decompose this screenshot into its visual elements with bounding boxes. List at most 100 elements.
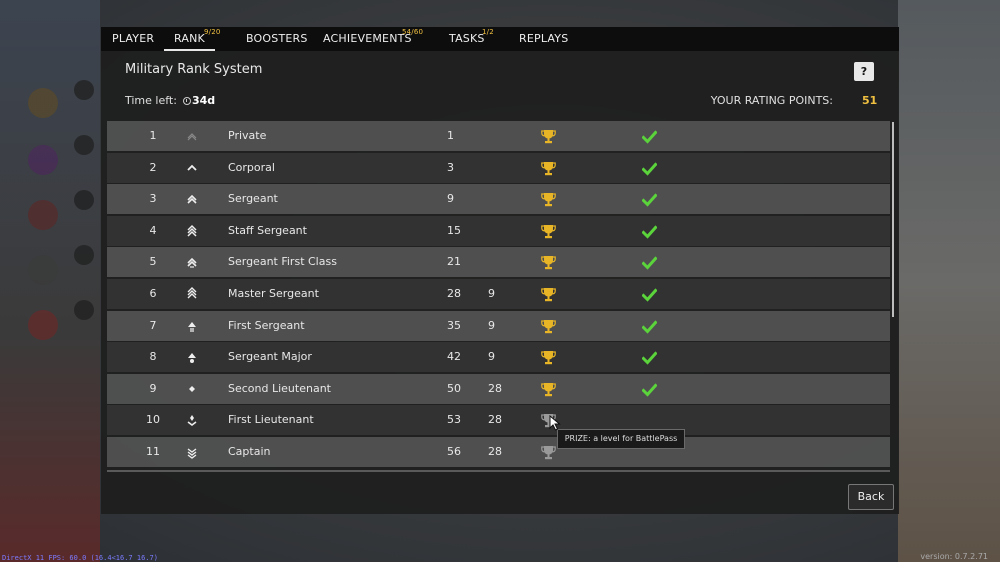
rank-row[interactable]: 6 Master Sergeant 28 9	[107, 279, 890, 309]
page-title: Military Rank System	[125, 62, 263, 77]
rank-insignia-icon	[187, 164, 197, 171]
rank-row[interactable]: 11 Captain 56 28	[107, 437, 890, 467]
rank-points: 50	[447, 381, 461, 395]
badge-icon	[28, 255, 58, 285]
round-icon	[74, 300, 94, 320]
background-right	[898, 0, 1000, 562]
prize-tooltip: PRIZE: a level for BattlePass	[557, 429, 685, 449]
round-icon	[74, 245, 94, 265]
rank-name: Private	[228, 129, 267, 142]
tab-achievements[interactable]: ACHIEVEMENTS 54/60	[323, 27, 423, 51]
rank-row[interactable]: 8 Sergeant Major 42 9	[107, 342, 890, 373]
rating-label: YOUR RATING POINTS:	[710, 94, 833, 107]
checkmark-icon	[641, 350, 658, 365]
checkmark-icon	[641, 287, 658, 302]
time-left-label: Time left:	[125, 94, 177, 107]
checkmark-icon	[641, 319, 658, 334]
rank-row[interactable]: 9 Second Lieutenant 50 28	[107, 373, 890, 404]
scrollbar[interactable]	[892, 122, 894, 317]
rank-name: Sergeant	[228, 192, 278, 206]
trophy-icon[interactable]	[541, 192, 556, 207]
tab-badge: 54/60	[402, 28, 424, 36]
rank-name: First Lieutenant	[228, 413, 314, 427]
time-left-value: 34d	[192, 94, 216, 107]
tab-label: RANK	[174, 32, 205, 45]
clock-icon	[183, 97, 191, 105]
tab-player[interactable]: PLAYER	[112, 27, 154, 51]
trophy-icon[interactable]	[541, 224, 556, 239]
rank-list: 1 Private 1 2 Corporal 3 3 Sergeant 9 4 Staff Serg…	[107, 121, 890, 470]
rank-insignia-icon	[188, 353, 196, 364]
trophy-icon[interactable]	[541, 287, 556, 302]
rank-requirement: 9	[488, 318, 495, 332]
badge-icon	[28, 88, 58, 118]
rank-requirement: 9	[488, 287, 495, 300]
badge-icon	[28, 200, 58, 230]
rank-insignia-icon	[187, 287, 197, 299]
rank-requirement: 28	[488, 413, 502, 427]
rank-number: 11	[146, 445, 160, 458]
rank-row[interactable]: 10 First Lieutenant 53 28	[107, 405, 890, 436]
tab-label: ACHIEVEMENTS	[323, 32, 412, 45]
rank-insignia-icon	[187, 224, 197, 237]
rank-row[interactable]: 4 Staff Sergeant 15	[107, 215, 890, 246]
rank-name: Corporal	[228, 160, 275, 174]
trophy-icon[interactable]	[541, 255, 556, 270]
rank-number: 5	[149, 255, 157, 269]
rank-number: 4	[149, 223, 157, 237]
rank-number: 1	[149, 129, 157, 142]
rank-row[interactable]: 5 Sergeant First Class 21	[107, 247, 890, 278]
rank-points: 9	[447, 192, 454, 206]
tab-rank[interactable]: RANK 9/20	[164, 27, 220, 51]
rank-row[interactable]: 2 Corporal 3	[107, 152, 890, 183]
trophy-icon[interactable]	[541, 445, 556, 460]
rank-number: 6	[149, 287, 157, 300]
tab-badge: 9/20	[204, 28, 221, 36]
fps-counter: DirectX 11 FPS: 60.0 (16.4<16.7 16.7)	[2, 554, 158, 562]
tab-bar: PLAYER RANK 9/20 BOOSTERS ACHIEVEMENTS 54/…	[101, 27, 899, 51]
tab-tasks[interactable]: TASKS 1/2	[449, 27, 494, 51]
tab-label: PLAYER	[112, 32, 155, 45]
round-icon	[74, 190, 94, 210]
help-button[interactable]: ?	[854, 62, 874, 81]
round-icon	[74, 135, 94, 155]
round-icon	[74, 80, 94, 100]
trophy-icon[interactable]	[541, 350, 556, 365]
rank-points: 21	[447, 255, 461, 269]
rank-number: 3	[149, 192, 157, 206]
rank-row[interactable]: 1 Private 1	[107, 121, 890, 151]
rank-insignia-icon	[187, 415, 197, 427]
trophy-icon[interactable]	[541, 161, 556, 176]
rank-insignia-icon	[187, 448, 197, 459]
tab-badge: 1/2	[482, 28, 494, 36]
trophy-icon[interactable]	[541, 129, 556, 144]
checkmark-icon	[641, 224, 658, 239]
rank-row[interactable]: 7 First Sergeant 35 9	[107, 310, 890, 341]
rank-name: Master Sergeant	[228, 287, 319, 300]
rank-name: Second Lieutenant	[228, 381, 331, 395]
checkmark-icon	[641, 161, 658, 176]
rank-row[interactable]: 3 Sergeant 9	[107, 184, 890, 215]
rank-points: 28	[447, 287, 461, 300]
rank-name: First Sergeant	[228, 318, 305, 332]
rank-name: Sergeant First Class	[228, 255, 337, 269]
checkmark-icon	[641, 382, 658, 397]
tab-label: BOOSTERS	[246, 32, 308, 45]
version-label: version: 0.7.2.71	[920, 552, 988, 561]
rank-requirement: 28	[488, 381, 502, 395]
back-button[interactable]: Back	[848, 484, 894, 510]
rank-name: Captain	[228, 445, 271, 458]
checkmark-icon	[641, 192, 658, 207]
mouse-cursor-icon	[549, 415, 561, 431]
badge-icon	[28, 145, 58, 175]
list-divider	[107, 470, 890, 472]
tab-replays[interactable]: REPLAYS	[519, 27, 568, 51]
trophy-icon[interactable]	[541, 319, 556, 334]
trophy-icon[interactable]	[541, 382, 556, 397]
rank-insignia-icon	[189, 385, 195, 392]
rank-number: 7	[149, 318, 157, 332]
rank-number: 8	[149, 350, 157, 364]
rank-number: 9	[149, 381, 157, 395]
rank-insignia-icon	[187, 133, 197, 141]
tab-boosters[interactable]: BOOSTERS	[246, 27, 308, 51]
